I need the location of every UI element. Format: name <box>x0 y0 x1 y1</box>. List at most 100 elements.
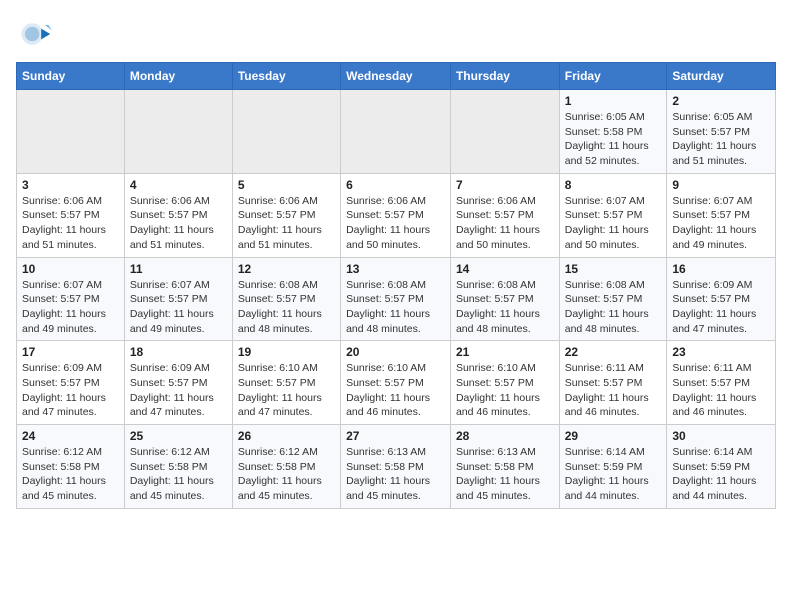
calendar-cell <box>341 90 451 174</box>
day-info: Sunrise: 6:13 AM Sunset: 5:58 PM Dayligh… <box>346 445 445 504</box>
day-number: 11 <box>130 262 227 276</box>
day-number: 16 <box>672 262 770 276</box>
weekday-header-wednesday: Wednesday <box>341 63 451 90</box>
calendar-cell <box>17 90 125 174</box>
calendar-cell: 18 Sunrise: 6:09 AM Sunset: 5:57 PM Dayli… <box>124 341 232 425</box>
day-number: 3 <box>22 178 119 192</box>
day-info: Sunrise: 6:07 AM Sunset: 5:57 PM Dayligh… <box>672 194 770 253</box>
day-number: 22 <box>565 345 662 359</box>
day-number: 28 <box>456 429 554 443</box>
day-number: 15 <box>565 262 662 276</box>
calendar-cell <box>450 90 559 174</box>
day-number: 10 <box>22 262 119 276</box>
day-number: 5 <box>238 178 335 192</box>
day-info: Sunrise: 6:08 AM Sunset: 5:57 PM Dayligh… <box>238 278 335 337</box>
day-number: 9 <box>672 178 770 192</box>
calendar-cell: 17Sunrise: 6:09 AM Sunset: 5:57 PM Dayli… <box>17 341 125 425</box>
day-info: Sunrise: 6:06 AM Sunset: 5:57 PM Dayligh… <box>456 194 554 253</box>
day-number: 7 <box>456 178 554 192</box>
weekday-header-tuesday: Tuesday <box>232 63 340 90</box>
calendar-cell: 26 Sunrise: 6:12 AM Sunset: 5:58 PM Dayli… <box>232 425 340 509</box>
day-info: Sunrise: 6:09 AM Sunset: 5:57 PM Dayligh… <box>130 361 227 420</box>
day-info: Sunrise: 6:08 AM Sunset: 5:57 PM Dayligh… <box>456 278 554 337</box>
day-info: Sunrise: 6:07 AM Sunset: 5:57 PM Dayligh… <box>565 194 662 253</box>
calendar-table: SundayMondayTuesdayWednesdayThursdayFrid… <box>16 62 776 509</box>
day-info: Sunrise: 6:07 AM Sunset: 5:57 PM Dayligh… <box>130 278 227 337</box>
day-info: Sunrise: 6:10 AM Sunset: 5:57 PM Dayligh… <box>346 361 445 420</box>
day-info: Sunrise: 6:11 AM Sunset: 5:57 PM Dayligh… <box>565 361 662 420</box>
calendar-week-5: 24 Sunrise: 6:12 AM Sunset: 5:58 PM Dayli… <box>17 425 776 509</box>
calendar-cell: 28 Sunrise: 6:13 AM Sunset: 5:58 PM Dayli… <box>450 425 559 509</box>
day-number: 2 <box>672 94 770 108</box>
calendar-week-2: 3 Sunrise: 6:06 AM Sunset: 5:57 PM Daylig… <box>17 173 776 257</box>
day-number: 21 <box>456 345 554 359</box>
day-info: Sunrise: 6:06 AM Sunset: 5:57 PM Dayligh… <box>22 194 119 253</box>
day-number: 17 <box>22 345 119 359</box>
calendar-cell: 27Sunrise: 6:13 AM Sunset: 5:58 PM Dayli… <box>341 425 451 509</box>
day-number: 14 <box>456 262 554 276</box>
calendar-cell <box>124 90 232 174</box>
calendar-cell: 19 Sunrise: 6:10 AM Sunset: 5:57 PM Dayli… <box>232 341 340 425</box>
calendar-cell: 7 Sunrise: 6:06 AM Sunset: 5:57 PM Daylig… <box>450 173 559 257</box>
calendar-header-row: SundayMondayTuesdayWednesdayThursdayFrid… <box>17 63 776 90</box>
calendar-cell: 9 Sunrise: 6:07 AM Sunset: 5:57 PM Daylig… <box>667 173 776 257</box>
calendar-cell: 30 Sunrise: 6:14 AM Sunset: 5:59 PM Dayli… <box>667 425 776 509</box>
day-number: 13 <box>346 262 445 276</box>
day-info: Sunrise: 6:08 AM Sunset: 5:57 PM Dayligh… <box>565 278 662 337</box>
day-number: 25 <box>130 429 227 443</box>
day-info: Sunrise: 6:12 AM Sunset: 5:58 PM Dayligh… <box>238 445 335 504</box>
day-number: 23 <box>672 345 770 359</box>
day-info: Sunrise: 6:06 AM Sunset: 5:57 PM Dayligh… <box>238 194 335 253</box>
day-info: Sunrise: 6:11 AM Sunset: 5:57 PM Dayligh… <box>672 361 770 420</box>
calendar-cell: 16Sunrise: 6:09 AM Sunset: 5:57 PM Dayli… <box>667 257 776 341</box>
calendar-cell: 11 Sunrise: 6:07 AM Sunset: 5:57 PM Dayli… <box>124 257 232 341</box>
calendar-cell: 22 Sunrise: 6:11 AM Sunset: 5:57 PM Dayli… <box>559 341 667 425</box>
weekday-header-sunday: Sunday <box>17 63 125 90</box>
day-info: Sunrise: 6:12 AM Sunset: 5:58 PM Dayligh… <box>22 445 119 504</box>
day-number: 6 <box>346 178 445 192</box>
calendar-cell: 13 Sunrise: 6:08 AM Sunset: 5:57 PM Dayli… <box>341 257 451 341</box>
day-number: 4 <box>130 178 227 192</box>
calendar-week-1: 1Sunrise: 6:05 AM Sunset: 5:58 PM Daylig… <box>17 90 776 174</box>
day-number: 30 <box>672 429 770 443</box>
calendar-cell: 25 Sunrise: 6:12 AM Sunset: 5:58 PM Dayli… <box>124 425 232 509</box>
calendar-cell: 12Sunrise: 6:08 AM Sunset: 5:57 PM Dayli… <box>232 257 340 341</box>
day-info: Sunrise: 6:13 AM Sunset: 5:58 PM Dayligh… <box>456 445 554 504</box>
day-info: Sunrise: 6:05 AM Sunset: 5:58 PM Dayligh… <box>565 110 662 169</box>
weekday-header-monday: Monday <box>124 63 232 90</box>
calendar-cell: 21 Sunrise: 6:10 AM Sunset: 5:57 PM Dayli… <box>450 341 559 425</box>
calendar-cell: 3 Sunrise: 6:06 AM Sunset: 5:57 PM Daylig… <box>17 173 125 257</box>
day-info: Sunrise: 6:14 AM Sunset: 5:59 PM Dayligh… <box>672 445 770 504</box>
day-info: Sunrise: 6:06 AM Sunset: 5:57 PM Dayligh… <box>346 194 445 253</box>
calendar-cell: 1Sunrise: 6:05 AM Sunset: 5:58 PM Daylig… <box>559 90 667 174</box>
day-info: Sunrise: 6:05 AM Sunset: 5:57 PM Dayligh… <box>672 110 770 169</box>
weekday-header-thursday: Thursday <box>450 63 559 90</box>
day-info: Sunrise: 6:10 AM Sunset: 5:57 PM Dayligh… <box>238 361 335 420</box>
calendar-cell: 6 Sunrise: 6:06 AM Sunset: 5:57 PM Daylig… <box>341 173 451 257</box>
day-number: 20 <box>346 345 445 359</box>
day-info: Sunrise: 6:10 AM Sunset: 5:57 PM Dayligh… <box>456 361 554 420</box>
day-number: 19 <box>238 345 335 359</box>
weekday-header-saturday: Saturday <box>667 63 776 90</box>
calendar-cell: 4 Sunrise: 6:06 AM Sunset: 5:57 PM Daylig… <box>124 173 232 257</box>
logo <box>16 16 58 52</box>
calendar-cell: 23 Sunrise: 6:11 AM Sunset: 5:57 PM Dayli… <box>667 341 776 425</box>
day-number: 18 <box>130 345 227 359</box>
calendar-week-3: 10 Sunrise: 6:07 AM Sunset: 5:57 PM Dayli… <box>17 257 776 341</box>
calendar-week-4: 17 Sunrise: 6:09 AM Sunset: 5:57 PM Dayli… <box>17 341 776 425</box>
day-number: 29 <box>565 429 662 443</box>
calendar-cell: 5 Sunrise: 6:06 AM Sunset: 5:57 PM Daylig… <box>232 173 340 257</box>
day-info: Sunrise: 6:07 AM Sunset: 5:57 PM Dayligh… <box>22 278 119 337</box>
day-number: 24 <box>22 429 119 443</box>
day-info: Sunrise: 6:12 AM Sunset: 5:58 PM Dayligh… <box>130 445 227 504</box>
calendar-cell <box>232 90 340 174</box>
calendar-cell: 24 Sunrise: 6:12 AM Sunset: 5:58 PM Dayli… <box>17 425 125 509</box>
page-header <box>16 16 776 52</box>
calendar-cell: 2 Sunrise: 6:05 AM Sunset: 5:57 PM Daylig… <box>667 90 776 174</box>
day-info: Sunrise: 6:06 AM Sunset: 5:57 PM Dayligh… <box>130 194 227 253</box>
logo-icon <box>16 16 52 52</box>
calendar-cell: 8Sunrise: 6:07 AM Sunset: 5:57 PM Daylig… <box>559 173 667 257</box>
calendar-cell: 10 Sunrise: 6:07 AM Sunset: 5:57 PM Dayli… <box>17 257 125 341</box>
day-number: 26 <box>238 429 335 443</box>
day-info: Sunrise: 6:08 AM Sunset: 5:57 PM Dayligh… <box>346 278 445 337</box>
